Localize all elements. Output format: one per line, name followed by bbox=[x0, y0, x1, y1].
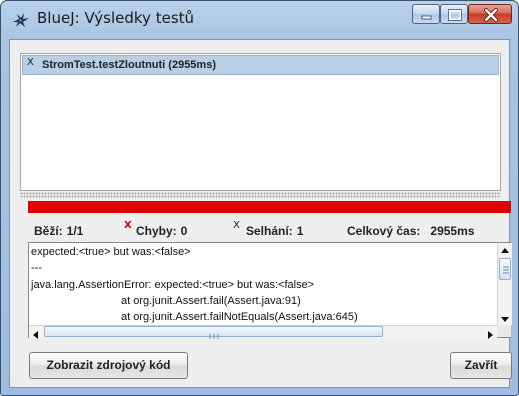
close-window-button[interactable] bbox=[468, 4, 512, 24]
arrow-up-icon bbox=[501, 248, 509, 253]
window-title: BlueJ: Výsledky testů bbox=[37, 9, 195, 27]
test-progress-bar bbox=[28, 201, 511, 213]
errors-value: 0 bbox=[180, 224, 188, 238]
scroll-right-button[interactable] bbox=[483, 326, 497, 339]
bluej-bird-icon bbox=[12, 12, 30, 28]
scroll-left-button[interactable] bbox=[29, 326, 43, 339]
failures-value: 1 bbox=[296, 224, 304, 238]
output-line: at org.junit.Assert.failNotEquals(Assert… bbox=[121, 311, 358, 323]
output-line: --- bbox=[31, 262, 42, 274]
output-line: expected:<true> but was:<false> bbox=[31, 246, 191, 258]
test-results-list[interactable]: X StromTest.testZloutnuti (2955ms) bbox=[20, 53, 501, 191]
test-results-window: BlueJ: Výsledky testů X StromTest.testZl… bbox=[0, 0, 519, 396]
split-pane-divider[interactable] bbox=[20, 192, 501, 198]
failure-details-output[interactable]: expected:<true> but was:<false> --- java… bbox=[28, 242, 511, 338]
show-source-code-button[interactable]: Zobrazit zdrojový kód bbox=[29, 352, 188, 379]
scroll-down-button[interactable] bbox=[498, 311, 512, 325]
test-result-label: StromTest.testZloutnuti (2955ms) bbox=[42, 59, 216, 71]
total-time-label: Celkový čas: bbox=[347, 224, 421, 238]
minimize-icon bbox=[421, 15, 432, 20]
output-line: java.lang.AssertionError: expected:<true… bbox=[31, 279, 315, 291]
errors-stat: Chyby: 0 bbox=[136, 224, 187, 238]
minimize-button[interactable] bbox=[412, 4, 440, 24]
output-line: at org.junit.Assert.fail(Assert.java:91) bbox=[121, 295, 301, 307]
maximize-button[interactable] bbox=[440, 4, 468, 24]
close-button[interactable]: Zavřít bbox=[450, 352, 512, 379]
scrollbar-corner bbox=[497, 325, 511, 337]
scroll-up-button[interactable] bbox=[498, 243, 512, 257]
arrow-down-icon bbox=[501, 317, 509, 322]
list-item-test-result[interactable]: X StromTest.testZloutnuti (2955ms) bbox=[22, 55, 499, 75]
horizontal-scroll-thumb[interactable] bbox=[44, 326, 383, 339]
arrow-right-icon bbox=[488, 331, 493, 339]
horizontal-scrollbar[interactable] bbox=[29, 325, 497, 339]
errors-label: Chyby: bbox=[136, 224, 177, 238]
runs-label: Běží: bbox=[34, 224, 63, 238]
failures-stat: Selhání: 1 bbox=[246, 224, 303, 238]
title-bar[interactable]: BlueJ: Výsledky testů bbox=[1, 1, 518, 39]
vertical-scrollbar[interactable] bbox=[497, 243, 512, 325]
failures-label: Selhání: bbox=[246, 224, 293, 238]
close-icon bbox=[484, 8, 498, 22]
maximize-icon bbox=[448, 9, 462, 21]
arrow-left-icon bbox=[33, 331, 38, 339]
runs-value: 1/1 bbox=[66, 224, 84, 238]
total-time-stat: Celkový čas: 2955ms bbox=[347, 224, 474, 238]
error-x-icon: X bbox=[124, 220, 132, 231]
vertical-scroll-thumb[interactable] bbox=[499, 258, 511, 280]
total-time-value: 2955ms bbox=[430, 224, 475, 238]
failure-x-icon: X bbox=[233, 220, 240, 231]
failure-x-icon: X bbox=[27, 57, 34, 68]
runs-stat: Běží: 1/1 bbox=[34, 224, 83, 238]
